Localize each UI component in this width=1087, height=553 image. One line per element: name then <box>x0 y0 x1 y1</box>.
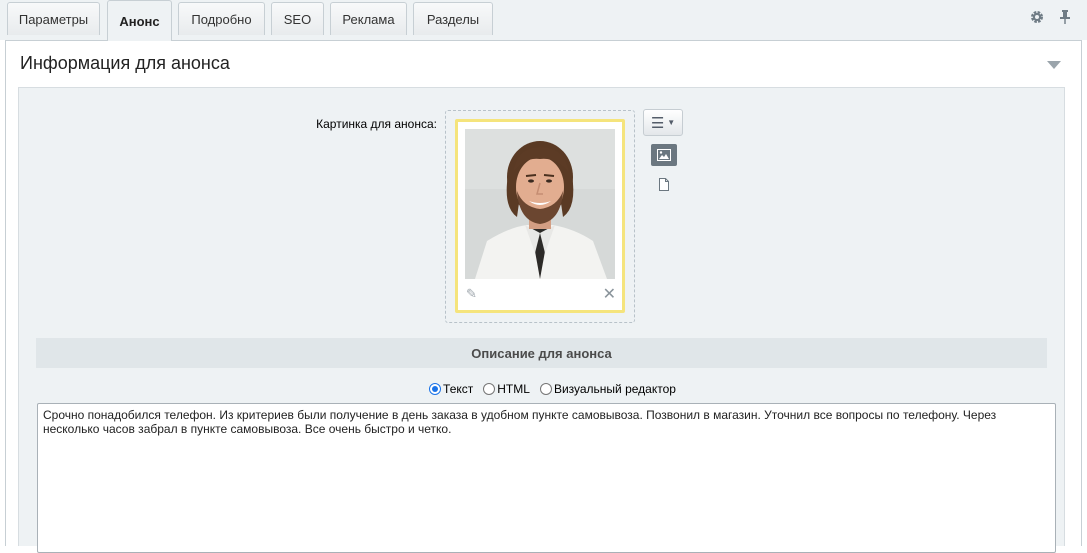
close-icon[interactable]: ✕ <box>603 284 616 304</box>
image-mode-button[interactable] <box>651 144 677 166</box>
chevron-down-icon: ▼ <box>667 118 676 127</box>
collapse-triangle-icon[interactable] <box>1047 61 1061 69</box>
tab-sections[interactable]: Разделы <box>413 2 493 35</box>
tab-label: Разделы <box>426 11 480 27</box>
pencil-icon[interactable]: ✎ <box>466 286 477 302</box>
picture-card: ✎ ✕ <box>455 119 625 313</box>
section-title: Информация для анонса <box>20 53 230 73</box>
tab-label: Подробно <box>191 11 252 27</box>
pin-icon[interactable] <box>1056 8 1074 26</box>
picture-label: Картинка для анонса: <box>316 117 437 131</box>
tab-parameters[interactable]: Параметры <box>7 2 100 35</box>
content-frame: Информация для анонса Картинка для анонс… <box>5 41 1082 553</box>
announce-photo[interactable] <box>465 129 615 279</box>
announce-panel: Картинка для анонса: ✎ ✕ ☰ ▼ Описание дл… <box>18 87 1066 553</box>
hamburger-icon: ☰ <box>650 114 665 132</box>
mode-text-label: Текст <box>443 382 474 396</box>
gear-icon[interactable] <box>1028 8 1046 26</box>
description-textarea[interactable]: Срочно понадобился телефон. Из критериев… <box>37 403 1056 553</box>
tab-announce[interactable]: Анонс <box>107 0 172 41</box>
tab-seo[interactable]: SEO <box>271 2 324 35</box>
mode-html-radio[interactable] <box>483 383 496 395</box>
editor-mode-selector: Текст HTML Визуальный редактор <box>19 380 1066 398</box>
file-mode-button[interactable] <box>657 176 671 192</box>
tab-bar: Параметры Анонс Подробно SEO Реклама Раз… <box>0 0 1087 41</box>
description-header: Описание для анонса <box>36 338 1047 368</box>
tab-advertising[interactable]: Реклама <box>330 2 407 35</box>
mode-text-radio[interactable] <box>429 383 442 395</box>
tab-label: Параметры <box>18 11 89 27</box>
tab-label: SEO <box>283 11 312 27</box>
mode-html-option[interactable]: HTML <box>483 382 530 396</box>
picture-drop-zone[interactable]: ✎ ✕ <box>445 110 635 323</box>
file-icon <box>659 177 669 191</box>
mode-visual-radio[interactable] <box>539 383 552 395</box>
mode-text-option[interactable]: Текст <box>429 382 473 396</box>
tab-details[interactable]: Подробно <box>178 2 265 35</box>
picture-actions: ✎ ✕ <box>458 284 622 308</box>
tab-label: Анонс <box>119 13 160 29</box>
mode-visual-label: Визуальный редактор <box>553 382 676 396</box>
tab-label: Реклама <box>342 11 395 27</box>
picture-menu-button[interactable]: ☰ ▼ <box>643 109 683 136</box>
image-icon <box>657 149 671 161</box>
mode-html-label: HTML <box>497 382 530 396</box>
mode-visual-option[interactable]: Визуальный редактор <box>539 382 676 396</box>
section-header[interactable]: Информация для анонса <box>6 41 1081 87</box>
